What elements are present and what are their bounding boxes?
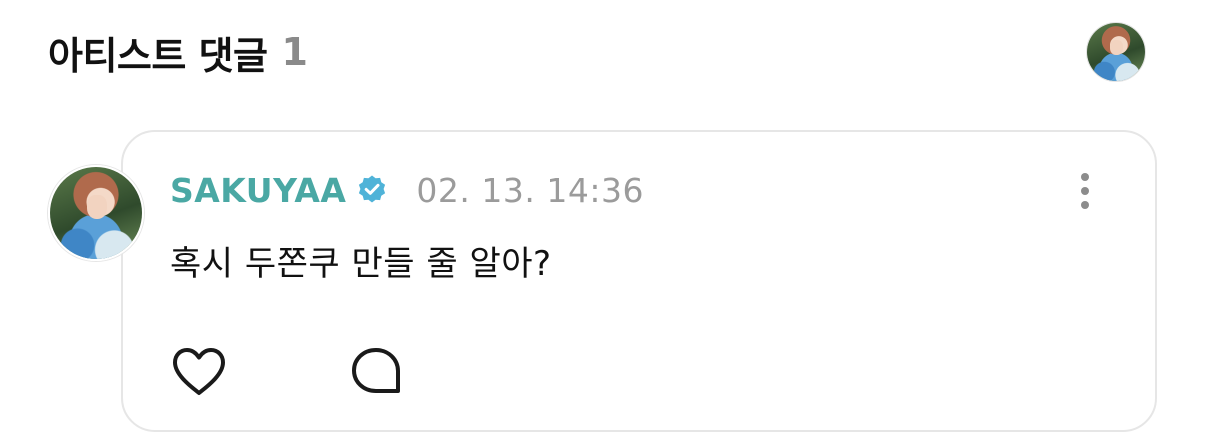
comment-timestamp: 02. 13. 14:36 (416, 170, 644, 210)
avatar-image (1087, 23, 1145, 81)
comment-author-name[interactable]: SAKUYAA (170, 171, 346, 210)
profile-avatar[interactable] (1086, 22, 1146, 82)
section-title: 아티스트 댓글 (48, 33, 268, 78)
more-vertical-icon[interactable] (1070, 170, 1100, 212)
comment-count: 1 (281, 30, 308, 74)
comment-meta: SAKUYAA 02. 13. 14:36 (170, 166, 644, 214)
comment-text: 혹시 두쫀쿠 만들 줄 알아? (170, 244, 552, 284)
heart-icon[interactable] (168, 344, 230, 398)
section-header: 아티스트 댓글 1 (48, 22, 1146, 82)
verified-badge-icon (359, 175, 386, 203)
comment-author-avatar[interactable] (48, 165, 144, 261)
speech-bubble-icon[interactable] (346, 344, 408, 398)
avatar-image (50, 167, 142, 259)
artist-comments-page: 아티스트 댓글 1 SAKUYAA 02. 13. 14:36 혹시 두쫀쿠 만… (0, 0, 1206, 433)
